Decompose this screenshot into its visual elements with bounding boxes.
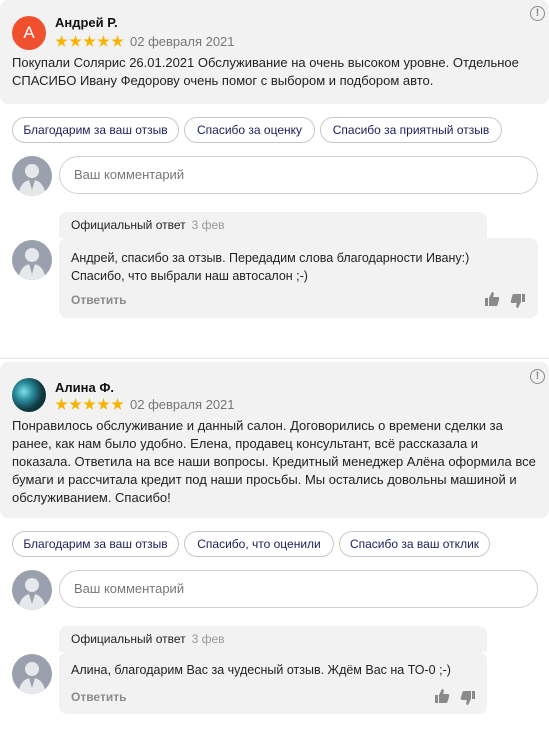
- review-divider: [0, 358, 549, 359]
- report-icon[interactable]: !: [530, 6, 545, 21]
- star-icon: [97, 398, 110, 410]
- official-reply-label: Официальный ответ: [71, 632, 186, 646]
- star-icon: [83, 398, 96, 410]
- review-text: Покупали Солярис 26.01.2021 Обслуживание…: [12, 55, 519, 88]
- reply-date: 3 фев: [191, 632, 225, 646]
- author-avatar: [12, 378, 46, 412]
- star-icon: [111, 398, 124, 410]
- quick-reply-chip[interactable]: Спасибо за ваш отклик: [339, 531, 490, 557]
- star-icon: [55, 398, 68, 410]
- author-name[interactable]: Алина Ф.: [55, 380, 114, 395]
- official-reply-label: Официальный ответ: [71, 218, 186, 232]
- star-icon: [69, 35, 82, 47]
- quick-reply-chip[interactable]: Спасибо, что оценили: [184, 531, 334, 557]
- review-date: 02 февраля 2021: [130, 34, 235, 49]
- quick-reply-chip[interactable]: Благодарим за ваш отзыв: [12, 117, 179, 143]
- company-avatar-icon: [12, 654, 52, 694]
- rating-stars: [55, 35, 124, 48]
- reply-date: 3 фев: [191, 218, 225, 232]
- star-icon: [69, 398, 82, 410]
- author-avatar: А: [12, 16, 46, 50]
- review-date: 02 февраля 2021: [130, 397, 235, 412]
- company-avatar-icon: [12, 240, 52, 280]
- comment-input[interactable]: Ваш комментарий: [59, 570, 538, 608]
- quick-reply-chip[interactable]: Благодарим за ваш отзыв: [12, 531, 179, 557]
- official-reply-header: Официальный ответ 3 фев: [59, 212, 487, 238]
- comment-input[interactable]: Ваш комментарий: [59, 156, 538, 194]
- review-text: Понравилось обслуживание и данный салон.…: [12, 418, 536, 505]
- quick-reply-chip[interactable]: Спасибо за приятный отзыв: [320, 117, 502, 143]
- thumbs-down-icon[interactable]: [510, 293, 526, 309]
- star-icon: [111, 35, 124, 47]
- user-avatar-icon: [12, 570, 52, 610]
- thumbs-up-icon[interactable]: [484, 291, 500, 307]
- rating-stars: [55, 398, 124, 411]
- reply-button[interactable]: Ответить: [71, 690, 126, 704]
- report-icon[interactable]: !: [530, 369, 545, 384]
- thumbs-down-icon[interactable]: [460, 690, 476, 706]
- official-reply-text: Андрей, спасибо за отзыв. Передадим слов…: [71, 251, 470, 283]
- reply-button[interactable]: Ответить: [71, 293, 126, 307]
- thumbs-up-icon[interactable]: [434, 688, 450, 704]
- official-reply-text: Алина, благодарим Вас за чудесный отзыв.…: [71, 663, 451, 677]
- star-icon: [55, 35, 68, 47]
- author-name[interactable]: Андрей Р.: [55, 15, 118, 30]
- user-avatar-icon: [12, 156, 52, 196]
- quick-reply-chip[interactable]: Спасибо за оценку: [184, 117, 315, 143]
- star-icon: [97, 35, 110, 47]
- star-icon: [83, 35, 96, 47]
- official-reply-header: Официальный ответ 3 фев: [59, 626, 487, 652]
